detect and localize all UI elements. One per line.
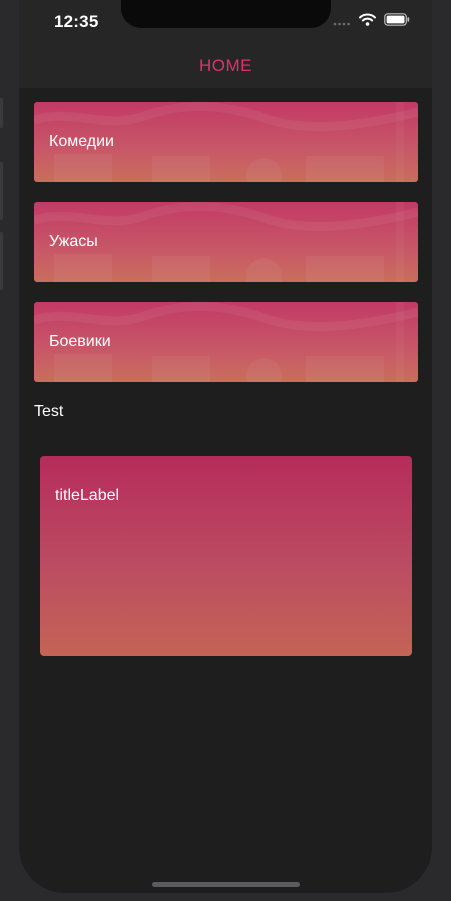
wifi-icon	[359, 13, 376, 31]
device-frame: 12:35 HOME Комедии Ужасы Боевики Test ti…	[0, 0, 451, 901]
section-title: Test	[34, 403, 64, 420]
battery-icon	[384, 13, 410, 31]
navigation-bar: 12:35 HOME	[19, 0, 432, 88]
category-card-horror[interactable]: Ужасы	[34, 202, 418, 282]
category-label: Боевики	[49, 333, 111, 350]
featured-card[interactable]: titleLabel	[40, 456, 412, 656]
category-card-action[interactable]: Боевики	[34, 302, 418, 382]
volume-up-button	[0, 162, 3, 220]
status-icons	[333, 13, 410, 31]
category-label: Комедии	[49, 133, 114, 150]
device-notch	[121, 0, 331, 28]
featured-title-label: titleLabel	[55, 487, 120, 504]
home-indicator[interactable]	[152, 882, 300, 887]
app-screen: 12:35 HOME Комедии Ужасы Боевики Test ti…	[19, 0, 432, 893]
category-label: Ужасы	[49, 233, 98, 250]
cellular-signal-icon	[333, 13, 351, 31]
mute-switch	[0, 98, 3, 128]
volume-down-button	[0, 232, 3, 290]
page-title: HOME	[199, 56, 252, 75]
status-time: 12:35	[54, 12, 99, 31]
category-card-comedies[interactable]: Комедии	[34, 102, 418, 182]
